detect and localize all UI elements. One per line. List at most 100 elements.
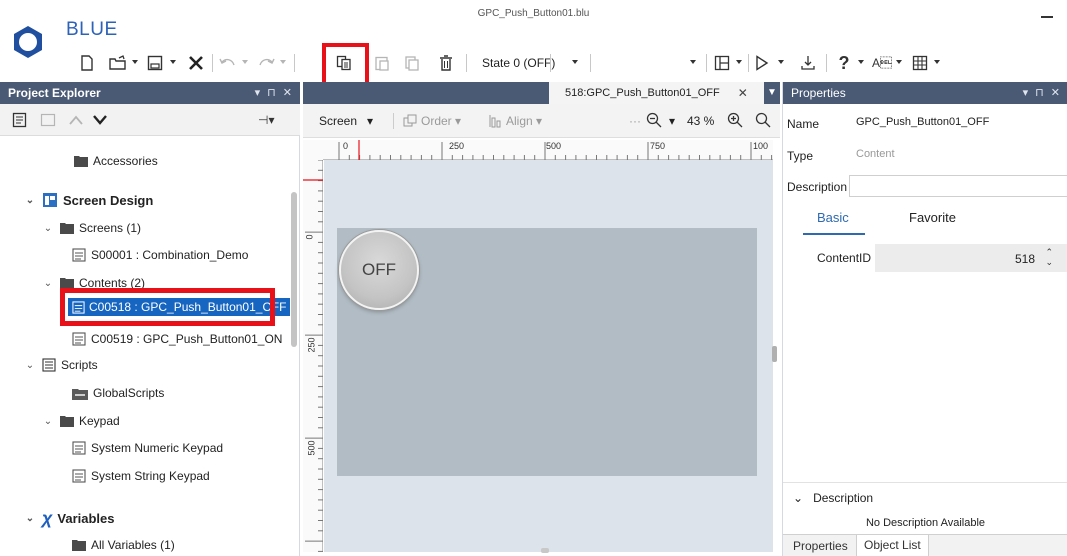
blue-logo-icon [14, 26, 42, 58]
chevron-down-icon[interactable] [130, 57, 140, 67]
toolbar-separator [294, 54, 295, 72]
description-text: No Description Available [865, 517, 986, 529]
chevron-down-icon[interactable]: ⌄ [42, 278, 54, 289]
toolbar-separator [393, 113, 394, 129]
zoom-dropdown-arrow[interactable]: ▾ [669, 114, 675, 128]
toolbar-separator [466, 54, 467, 72]
chevron-down-icon[interactable]: ⌄ [24, 513, 36, 524]
property-label: Description [787, 180, 848, 194]
paste-icon[interactable] [372, 52, 392, 74]
push-button-off[interactable]: OFF [339, 230, 419, 310]
chevron-down-icon[interactable] [240, 57, 250, 67]
tree-node-variables[interactable]: ⌄ χ Variables [24, 507, 115, 529]
tree-node-string-keypad[interactable]: System String Keypad [72, 465, 210, 487]
chevron-down-icon[interactable] [932, 57, 942, 67]
tab-properties[interactable]: Properties [793, 539, 848, 553]
align-icon [489, 115, 501, 128]
tree-node-global-scripts[interactable]: GlobalScripts [72, 382, 164, 404]
state-selector[interactable]: State 0 (OFF) [482, 56, 555, 70]
panel-controls[interactable]: ▾ ⊓ ✕ [255, 86, 294, 99]
chevron-down-icon[interactable] [856, 57, 866, 67]
language-icon[interactable]: A [872, 52, 892, 74]
close-icon[interactable] [186, 52, 206, 74]
grid-icon[interactable] [910, 52, 930, 74]
chevron-down-icon[interactable] [776, 57, 786, 67]
content-id-field[interactable]: 518 ⌃ ⌄ [875, 244, 1067, 272]
properties-bottom-tabs: Properties Object List [783, 534, 1067, 556]
screen-design-icon [42, 192, 58, 208]
canvas-vertical-scrollbar[interactable] [772, 346, 777, 362]
tree-node-accessories[interactable]: Accessories [74, 150, 158, 172]
help-icon[interactable]: ? [834, 52, 854, 74]
tree-node-keypad[interactable]: ⌄ Keypad [42, 410, 120, 432]
pin-icon[interactable]: ⊣▾ [258, 113, 274, 127]
chevron-down-icon[interactable] [688, 57, 698, 67]
ruler-vertical: 0 250 500 [303, 160, 323, 552]
run-icon[interactable] [752, 52, 772, 74]
new-file-icon[interactable] [78, 52, 96, 74]
duplicate-icon[interactable] [402, 52, 422, 74]
order-dropdown[interactable]: Order ▾ [403, 114, 461, 128]
order-icon [403, 114, 417, 127]
tree-node-numeric-keypad[interactable]: System Numeric Keypad [72, 437, 223, 459]
explorer-scrollbar[interactable] [291, 192, 297, 347]
transfer-icon[interactable] [798, 52, 818, 74]
layout-icon[interactable] [712, 52, 732, 74]
spinner-icon[interactable]: ⌃ ⌄ [1045, 247, 1053, 267]
tree-node-screen-item[interactable]: S00001 : Combination_Demo [72, 244, 248, 266]
content-id-value: 518 [1014, 252, 1035, 266]
tree-node-screen-design[interactable]: ⌄ Screen Design [24, 189, 154, 211]
tree-node-scripts[interactable]: ⌄ Scripts [24, 354, 98, 376]
align-dropdown[interactable]: Align ▾ [488, 114, 542, 128]
tree-node-all-variables[interactable]: All Variables (1) [72, 534, 175, 556]
chevron-down-icon[interactable] [894, 57, 904, 67]
tree-node-label: Accessories [93, 154, 158, 168]
chevron-up-icon[interactable] [68, 114, 84, 126]
chevron-down-icon[interactable] [570, 57, 580, 67]
collapse-all-icon[interactable] [40, 113, 56, 127]
properties-icon[interactable] [12, 112, 28, 128]
tree-node-label: System Numeric Keypad [91, 441, 224, 455]
chevron-down-icon[interactable]: ⌄ [42, 416, 54, 427]
zoom-level[interactable]: 43 % [687, 114, 714, 128]
tab-basic[interactable]: Basic [817, 210, 849, 225]
tree-node-label: System String Keypad [91, 469, 210, 483]
name-field[interactable]: GPC_Push_Button01_OFF [849, 112, 1067, 134]
undo-icon[interactable] [218, 52, 238, 74]
canvas-horizontal-scrollbar[interactable] [541, 548, 549, 553]
description-field[interactable] [849, 175, 1067, 197]
zoom-fit-icon[interactable] [755, 112, 771, 128]
properties-title: Properties [791, 86, 846, 100]
property-label: Name [787, 117, 820, 131]
minimize-button[interactable] [1041, 16, 1053, 18]
description-section-title: Description [813, 491, 874, 505]
chevron-down-icon[interactable]: ⌄ [24, 360, 36, 371]
more-options[interactable]: ··· [629, 114, 641, 128]
close-tab-icon[interactable]: ✕ [738, 86, 748, 100]
save-icon[interactable] [145, 52, 165, 74]
tab-object-list[interactable]: Object List [856, 535, 929, 556]
chevron-down-icon[interactable]: ⌄ [24, 195, 36, 206]
scripts-icon [42, 358, 56, 372]
chevron-down-icon[interactable] [168, 57, 178, 67]
tree-node-screens[interactable]: ⌄ Screens (1) [42, 217, 141, 239]
description-section-header[interactable]: ⌄ Description [793, 491, 873, 505]
property-label: Type [787, 149, 814, 163]
tree-node-content-519[interactable]: C00519 : GPC_Push_Button01_ON [72, 328, 282, 350]
toolbar-separator [590, 54, 591, 72]
folder-icon [72, 539, 86, 551]
panel-controls[interactable]: ▾ ⊓ ✕ [1023, 86, 1062, 99]
zoom-in-icon[interactable] [727, 112, 743, 128]
redo-icon[interactable] [256, 52, 276, 74]
chevron-down-icon[interactable] [278, 57, 288, 67]
zoom-out-icon[interactable] [646, 112, 662, 128]
screen-dropdown[interactable]: Screen ▾ [319, 114, 373, 128]
document-tab[interactable]: 518:GPC_Push_Button01_OFF ✕ ▼ [549, 82, 780, 104]
chevron-down-icon[interactable]: ⌄ [42, 223, 54, 234]
open-folder-icon[interactable] [108, 52, 128, 74]
chevron-down-icon[interactable] [92, 114, 108, 126]
tab-favorite[interactable]: Favorite [909, 210, 956, 225]
delete-icon[interactable] [436, 52, 456, 74]
chevron-down-icon[interactable] [734, 57, 744, 67]
tab-menu-icon[interactable]: ▼ [764, 82, 780, 104]
